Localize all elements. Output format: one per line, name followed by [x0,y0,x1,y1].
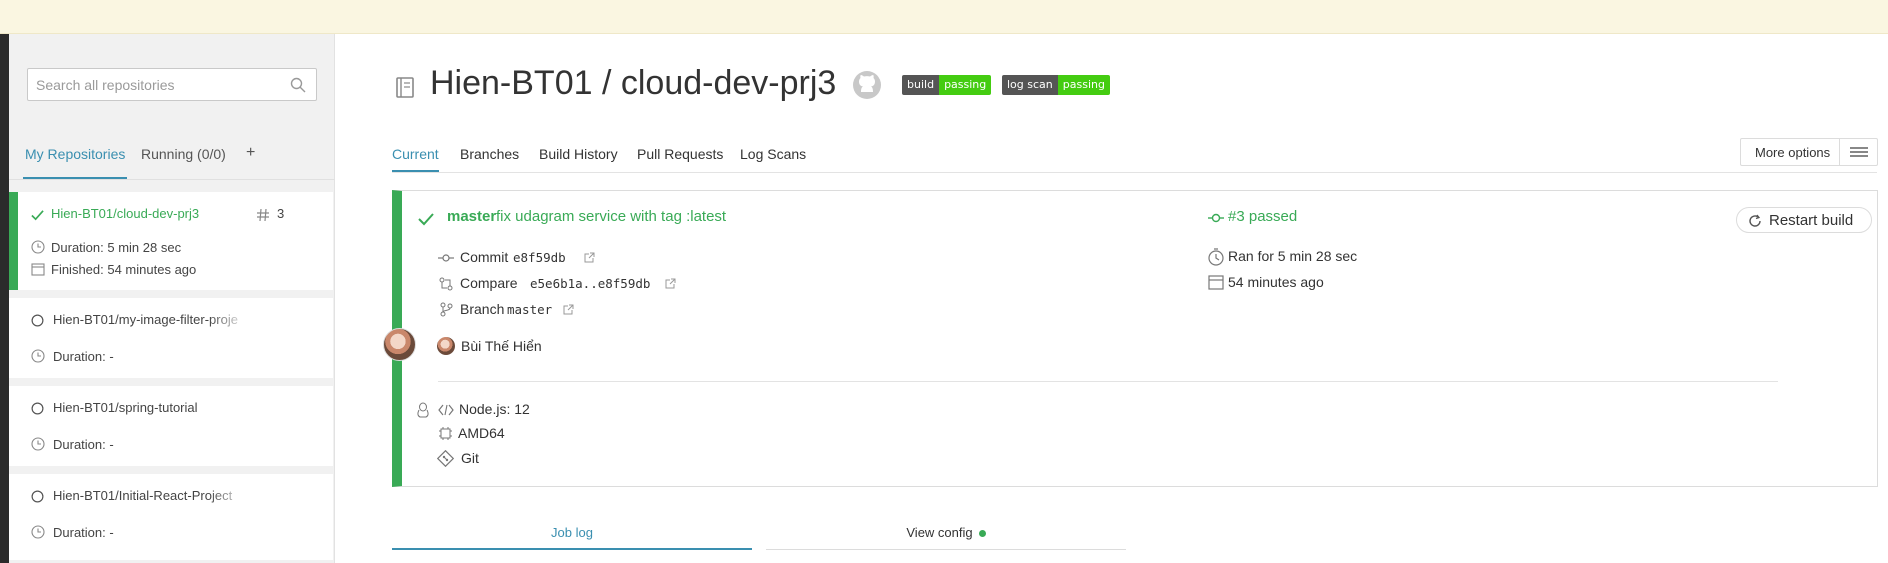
tab-current[interactable]: Current [392,146,439,172]
circle-status-icon [31,314,44,327]
repo-duration: Duration: - [53,525,114,540]
repo-name[interactable]: Hien-BT01/spring-tutorial [53,400,198,415]
repo-name[interactable]: Hien-BT01/my-image-filter-proje [53,312,248,327]
repo-name[interactable]: Hien-BT01/Initial-React-Project [53,488,248,503]
external-link-icon[interactable] [563,304,574,315]
code-icon [438,404,454,416]
clock-icon [31,240,45,254]
repo-item-my-image-filter[interactable]: Hien-BT01/my-image-filter-proje Duration… [9,298,333,378]
repo-duration: Duration: - [53,349,114,364]
build-number[interactable]: 3 [277,206,284,221]
status-dot-icon [978,530,986,538]
stopwatch-icon [1208,248,1224,266]
branch-name[interactable]: master [447,208,496,225]
hash-icon [257,208,269,222]
build-summary-card: master fix udagram service with tag :lat… [392,190,1878,487]
commit-icon [1208,213,1224,223]
author-avatar-small [437,337,455,355]
main-tabs: Current Branches Build History Pull Requ… [392,146,1877,173]
restart-build-button[interactable]: Restart build [1736,207,1872,233]
top-banner [0,0,1888,34]
page-title: Hien-BT01 / cloud-dev-prj3 [430,64,837,102]
github-icon[interactable] [852,70,882,100]
language-text: Node.js: 12 [459,401,530,417]
tab-log-scans[interactable]: Log Scans [740,146,806,162]
left-edge-bar [0,34,9,563]
badge-label: log scan [1002,75,1058,95]
branch-label: Branch [460,301,505,317]
add-repository-button[interactable]: + [246,144,255,162]
compare-icon [439,277,453,291]
log-scan-badge[interactable]: log scan passing [1002,75,1110,95]
commit-message[interactable]: fix udagram service with tag :latest [496,208,726,225]
clock-icon [31,349,45,363]
badge-label: build [902,75,940,95]
more-options-button[interactable]: More options [1740,138,1878,166]
calendar-icon [31,263,45,276]
cpu-icon [439,427,452,440]
restart-build-label: Restart build [1769,212,1854,229]
compare-range-link[interactable]: e5e6b1a..e8f59db [530,276,650,291]
more-options-label: More options [1755,145,1831,160]
build-number-status[interactable]: #3 passed [1228,208,1297,225]
tab-branches[interactable]: Branches [460,146,519,162]
circle-status-icon [31,402,44,415]
commit-icon [438,254,454,262]
external-link-icon[interactable] [665,278,676,289]
repo-item-cloud-dev-prj3[interactable]: Hien-BT01/cloud-dev-prj3 3 Duration: 5 m… [9,192,333,290]
tab-running[interactable]: Running (0/0) [141,146,226,162]
restart-icon [1749,214,1761,227]
badge-value: passing [939,75,992,95]
calendar-icon [1208,275,1224,290]
linux-icon [417,402,429,418]
compare-label: Compare [460,275,518,291]
hamburger-menu-icon[interactable] [1839,139,1877,165]
repo-item-initial-react-project[interactable]: Hien-BT01/Initial-React-Project Duration… [9,474,333,560]
author-name[interactable]: Bùi Thế Hiển [461,338,542,354]
repo-duration: Duration: - [53,437,114,452]
sidebar: Search all repositories My Repositories … [9,34,335,563]
search-placeholder: Search all repositories [36,77,175,93]
divider [438,381,1778,382]
commit-label: Commit [460,249,509,265]
git-icon [437,450,454,467]
tab-pull-requests[interactable]: Pull Requests [637,146,723,162]
circle-status-icon [31,490,44,503]
repo-item-spring-tutorial[interactable]: Hien-BT01/spring-tutorial Duration: - [9,386,333,466]
repo-duration: Duration: 5 min 28 sec [51,240,182,255]
external-link-icon[interactable] [584,252,595,263]
job-log-label: Job log [551,525,593,540]
tab-job-log[interactable]: Job log [392,520,752,550]
repo-finished: Finished: 54 minutes ago [51,262,197,277]
branch-link[interactable]: master [507,302,552,317]
build-status-badge[interactable]: build passing [902,75,992,95]
badge-value: passing [1057,75,1110,95]
clock-icon [31,437,45,451]
tab-view-config[interactable]: View config [766,520,1126,550]
clock-icon [31,525,45,539]
sidebar-tabs: My Repositories Running (0/0) [9,134,335,180]
repo-name[interactable]: Hien-BT01/cloud-dev-prj3 [51,206,199,221]
commit-hash-link[interactable]: e8f59db [513,250,566,265]
view-config-label: View config [906,525,973,540]
search-icon[interactable] [290,77,306,93]
author-avatar [383,328,416,361]
tab-my-repositories[interactable]: My Repositories [22,146,128,179]
check-icon [418,213,434,226]
tab-build-history[interactable]: Build History [539,146,618,162]
architecture-text: AMD64 [458,425,505,441]
vcs-text: Git [461,450,479,466]
check-icon [31,210,44,221]
repository-icon [396,77,414,98]
search-input[interactable]: Search all repositories [27,68,317,101]
branch-icon [440,302,453,317]
finished-ago-text: 54 minutes ago [1228,274,1324,290]
ran-for-text: Ran for 5 min 28 sec [1228,248,1358,264]
